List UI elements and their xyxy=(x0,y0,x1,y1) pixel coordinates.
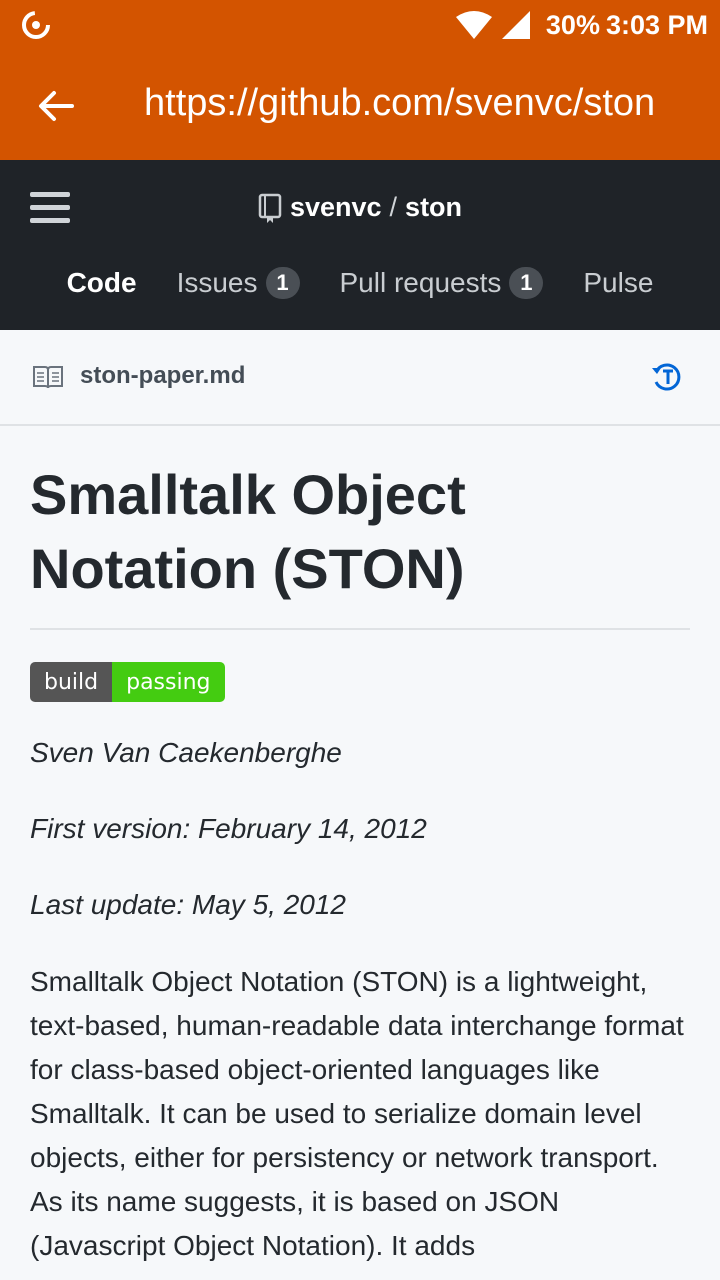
clock: 3:03 PM xyxy=(605,9,708,40)
first-version-date: First version: February 14, 2012 xyxy=(30,813,427,844)
repo-separator: / xyxy=(389,192,398,222)
battery-level: 30% xyxy=(545,9,600,40)
wifi-icon xyxy=(455,11,492,39)
intro-paragraph: Smalltalk Object Notation (STON) is a li… xyxy=(30,966,684,1261)
back-button[interactable] xyxy=(30,80,82,132)
github-repo-header: svenvc / ston Code Issues 1 Pull request… xyxy=(0,160,720,330)
tab-label: Code xyxy=(66,267,137,298)
tab-issues[interactable]: Issues 1 xyxy=(177,260,300,306)
book-icon xyxy=(32,364,64,395)
file-header: ston-paper.md xyxy=(0,330,720,426)
badge-status: passing xyxy=(112,662,225,702)
status-bar: 30% 3:03 PM xyxy=(0,0,720,50)
tab-pulse[interactable]: Pulse xyxy=(583,260,653,306)
repo-title: svenvc / ston xyxy=(0,192,720,223)
last-update-date: Last update: May 5, 2012 xyxy=(30,889,346,920)
tab-label: Pulse xyxy=(583,267,654,298)
document-title: Smalltalk Object Notation (STON) xyxy=(30,458,690,630)
arrow-back-icon xyxy=(39,91,74,121)
repo-name-link[interactable]: ston xyxy=(405,192,462,223)
build-status-badge[interactable]: build passing xyxy=(30,662,225,702)
repo-tabs: Code Issues 1 Pull requests 1 Pulse xyxy=(0,260,720,306)
badge-label: build xyxy=(30,662,113,702)
tab-pull-requests[interactable]: Pull requests 1 xyxy=(340,260,544,306)
sync-icon xyxy=(20,9,52,41)
signal-icon xyxy=(501,11,530,39)
pull-requests-counter: 1 xyxy=(509,267,544,299)
markdown-body: Smalltalk Object Notation (STON) build p… xyxy=(30,426,690,1268)
file-name: ston-paper.md xyxy=(80,362,246,389)
browser-app-bar: https://github.com/svenvc/ston xyxy=(0,50,720,160)
issues-counter: 1 xyxy=(265,267,300,299)
repo-owner-link[interactable]: svenvc xyxy=(290,192,382,223)
history-icon[interactable] xyxy=(650,360,684,394)
tab-label: Issues xyxy=(176,267,258,298)
tab-label: Pull requests xyxy=(339,267,502,298)
document-author: Sven Van Caekenberghe xyxy=(30,737,342,768)
tab-code[interactable]: Code xyxy=(67,260,137,306)
page-url[interactable]: https://github.com/svenvc/ston xyxy=(144,82,674,125)
repo-icon xyxy=(258,193,282,223)
